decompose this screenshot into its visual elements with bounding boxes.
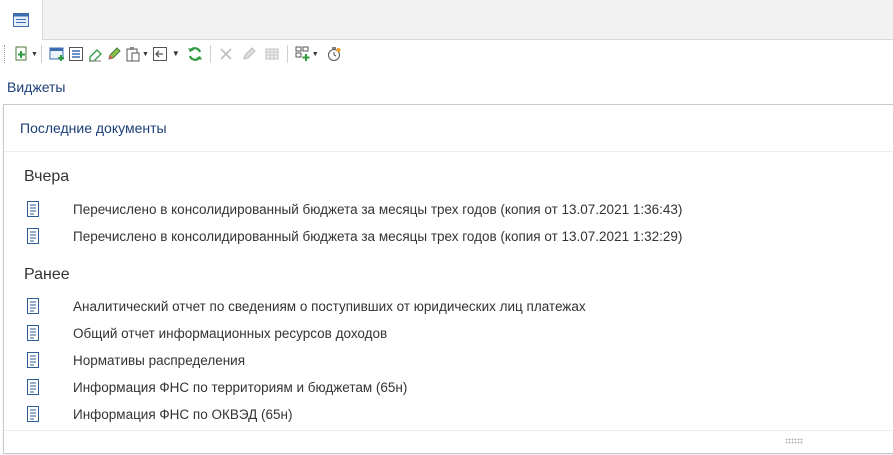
document-link[interactable]: Информация ФНС по территориям и бюджетам…	[73, 380, 407, 395]
widget-add-icon	[295, 46, 310, 61]
document-icon	[27, 406, 39, 422]
list-item[interactable]: Общий отчет информационных ресурсов дохо…	[26, 322, 387, 344]
list-item[interactable]: Информация ФНС по ОКВЭД (65н)	[26, 403, 292, 425]
pencil-disabled-icon	[243, 47, 256, 60]
document-icon	[27, 325, 39, 341]
recent-documents-widget: Последние документы Вчера Перечислено в …	[3, 104, 893, 454]
grid-disabled-button[interactable]	[264, 43, 280, 65]
add-widget-button[interactable]: ▼	[295, 43, 319, 65]
toolbar-grip[interactable]	[4, 45, 6, 63]
group-title-earlier: Ранее	[24, 266, 70, 283]
chevron-down-icon: ▼	[311, 50, 319, 58]
edit-button[interactable]	[106, 43, 122, 65]
tab-widgets[interactable]	[0, 0, 43, 40]
document-icon	[27, 352, 39, 368]
delete-button[interactable]	[218, 43, 234, 65]
clipboard-icon	[126, 47, 140, 62]
arrow-left-box-icon	[152, 47, 167, 61]
toolbar-separator	[286, 45, 288, 63]
toolbar-separator	[209, 45, 211, 63]
add-window-button[interactable]	[49, 43, 65, 65]
document-link[interactable]: Перечислено в консолидированный бюджета …	[73, 202, 682, 217]
list-item[interactable]: Нормативы распределения	[26, 349, 245, 371]
list-icon	[68, 47, 83, 61]
list-item[interactable]: Перечислено в консолидированный бюджета …	[26, 225, 682, 247]
resize-handle[interactable]	[785, 438, 803, 444]
list-item[interactable]: Аналитический отчет по сведениям о посту…	[26, 295, 586, 317]
add-green-icon	[15, 46, 27, 61]
tab-bar	[0, 0, 893, 40]
document-link[interactable]: Нормативы распределения	[73, 353, 245, 368]
more-dropdown-button[interactable]: ▼	[171, 43, 180, 65]
document-link[interactable]: Общий отчет информационных ресурсов дохо…	[73, 326, 387, 341]
document-link[interactable]: Аналитический отчет по сведениям о посту…	[73, 299, 586, 314]
settings-button[interactable]	[326, 43, 342, 65]
document-link[interactable]: Информация ФНС по ОКВЭД (65н)	[73, 407, 292, 422]
add-button[interactable]: ▼	[14, 43, 38, 65]
divider	[4, 430, 893, 431]
section-title: Виджеты	[7, 79, 66, 95]
window-icon	[13, 13, 29, 27]
list-item[interactable]: Перечислено в консолидированный бюджета …	[26, 198, 682, 220]
list-item[interactable]: Информация ФНС по территориям и бюджетам…	[26, 376, 407, 398]
document-icon	[27, 201, 39, 217]
eraser-button[interactable]	[87, 43, 103, 65]
grid-disabled-icon	[265, 48, 279, 60]
dropdown-arrow-icon: ▼	[171, 49, 180, 58]
widget-title: Последние документы	[4, 105, 893, 152]
toolbar: ▼ ▼ ▼ ▼	[0, 40, 893, 68]
document-icon	[27, 379, 39, 395]
toolbar-separator	[40, 45, 42, 63]
pencil-edit-icon	[108, 47, 121, 60]
chevron-down-icon: ▼	[31, 50, 38, 58]
edit-disabled-button[interactable]	[241, 43, 257, 65]
move-left-button[interactable]	[152, 43, 168, 65]
refresh-button[interactable]	[187, 43, 203, 65]
document-icon	[27, 298, 39, 314]
refresh-icon	[187, 47, 202, 61]
list-button[interactable]	[68, 43, 84, 65]
document-link[interactable]: Перечислено в консолидированный бюджета …	[73, 229, 682, 244]
group-title-yesterday: Вчера	[24, 168, 70, 185]
document-icon	[27, 228, 39, 244]
eraser-icon	[88, 49, 102, 62]
settings-timer-icon	[327, 47, 341, 61]
chevron-down-icon: ▼	[141, 50, 149, 58]
paste-button[interactable]: ▼	[125, 43, 149, 65]
add-window-icon	[49, 47, 64, 61]
close-x-icon	[220, 48, 232, 60]
